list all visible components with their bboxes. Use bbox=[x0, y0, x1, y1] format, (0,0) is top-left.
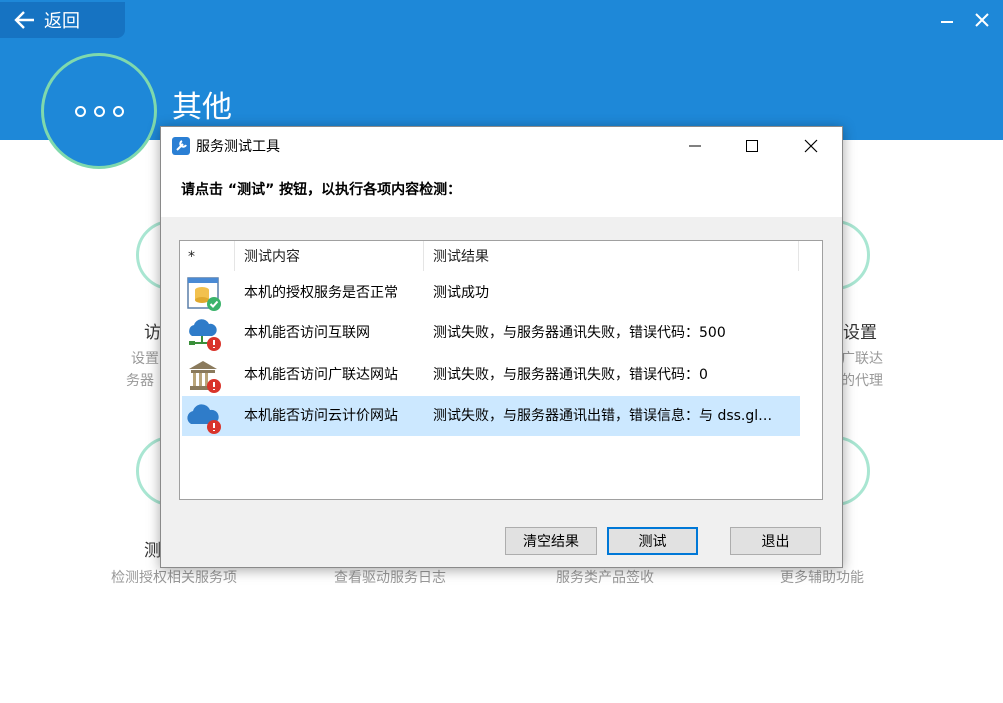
minimize-window-button[interactable] bbox=[938, 10, 958, 30]
proxy-tile-desc-1: 广联达 bbox=[841, 351, 883, 367]
service-test-dialog: 服务测试工具 请点击 “测试” 按钮，以执行各项内容检测： * 测试内容 测试结… bbox=[160, 126, 843, 568]
row-content: 本机能否访问广联达网站 bbox=[244, 367, 398, 383]
cloud-error-icon bbox=[187, 404, 221, 434]
proxy-tile-desc-2: 的代理 bbox=[841, 373, 883, 389]
proxy-tile-title: 设置 bbox=[843, 323, 877, 343]
access-tile-title: 访 bbox=[144, 323, 161, 343]
row-content: 本机能否访问云计价网站 bbox=[244, 408, 398, 424]
test-results-list[interactable]: * 测试内容 测试结果 本机的授权服务是否正常 测试成功 本机能否访问互联网 测… bbox=[179, 240, 823, 500]
dialog-close-button[interactable] bbox=[783, 127, 839, 165]
minimize-icon bbox=[941, 21, 953, 23]
row-result: 测试成功 bbox=[433, 285, 489, 301]
dialog-title: 服务测试工具 bbox=[196, 139, 280, 155]
more-circle-icon bbox=[44, 56, 154, 166]
more-tile-desc: 更多辅助功能 bbox=[780, 570, 864, 586]
column-header-result[interactable]: 测试结果 bbox=[425, 241, 799, 271]
row-content: 本机能否访问互联网 bbox=[244, 325, 370, 341]
column-header-content[interactable]: 测试内容 bbox=[236, 241, 424, 271]
dialog-minimize-button[interactable] bbox=[667, 127, 723, 165]
page-title: 其他 bbox=[172, 90, 232, 125]
test-tile-desc: 检测授权相关服务项 bbox=[111, 570, 237, 586]
log-tile-desc: 查看驱动服务日志 bbox=[334, 570, 446, 586]
dialog-button-bar: 清空结果 测试 退出 bbox=[161, 517, 842, 567]
row-content: 本机的授权服务是否正常 bbox=[244, 285, 398, 301]
dialog-maximize-button[interactable] bbox=[724, 127, 780, 165]
wrench-tool-icon bbox=[172, 137, 190, 155]
arrow-left-icon bbox=[14, 11, 34, 29]
close-icon bbox=[804, 139, 818, 153]
close-window-button[interactable] bbox=[972, 10, 992, 30]
back-label: 返回 bbox=[44, 11, 80, 32]
access-tile-desc-2: 务器 bbox=[126, 373, 154, 389]
maximize-icon bbox=[746, 140, 758, 152]
instruction-band: 请点击 “测试” 按钮，以执行各项内容检测： bbox=[161, 165, 842, 217]
clear-results-button[interactable]: 清空结果 bbox=[505, 527, 597, 555]
table-row-selected[interactable]: 本机能否访问云计价网站 测试失败，与服务器通讯出错，错误信息：与 dss.gl… bbox=[182, 396, 800, 436]
bank-building-error-icon bbox=[189, 361, 221, 393]
column-header-star[interactable]: * bbox=[180, 241, 235, 271]
instruction-text: 请点击 “测试” 按钮，以执行各项内容检测： bbox=[181, 182, 462, 198]
table-row[interactable]: 本机能否访问广联达网站 测试失败，与服务器通讯失败，错误代码：0 bbox=[182, 355, 800, 395]
access-tile-desc-1: 设置 bbox=[131, 351, 159, 367]
list-header: * 测试内容 测试结果 bbox=[180, 241, 800, 271]
test-tile-title: 测 bbox=[144, 541, 161, 561]
sign-tile-desc: 服务类产品签收 bbox=[556, 570, 654, 586]
row-result: 测试失败，与服务器通讯失败，错误代码：0 bbox=[433, 367, 708, 383]
test-button[interactable]: 测试 bbox=[607, 527, 698, 555]
exit-button[interactable]: 退出 bbox=[730, 527, 821, 555]
table-row[interactable]: 本机的授权服务是否正常 测试成功 bbox=[182, 273, 800, 313]
dialog-titlebar: 服务测试工具 bbox=[161, 127, 842, 165]
minimize-icon bbox=[689, 145, 701, 147]
row-result: 测试失败，与服务器通讯失败，错误代码：500 bbox=[433, 325, 726, 341]
table-row[interactable]: 本机能否访问互联网 测试失败，与服务器通讯失败，错误代码：500 bbox=[182, 313, 800, 353]
row-result: 测试失败，与服务器通讯出错，错误信息：与 dss.gl… bbox=[433, 408, 773, 424]
database-check-icon bbox=[187, 277, 221, 311]
close-icon bbox=[975, 13, 989, 27]
back-button[interactable]: 返回 bbox=[0, 2, 125, 38]
cloud-network-error-icon bbox=[189, 319, 221, 351]
